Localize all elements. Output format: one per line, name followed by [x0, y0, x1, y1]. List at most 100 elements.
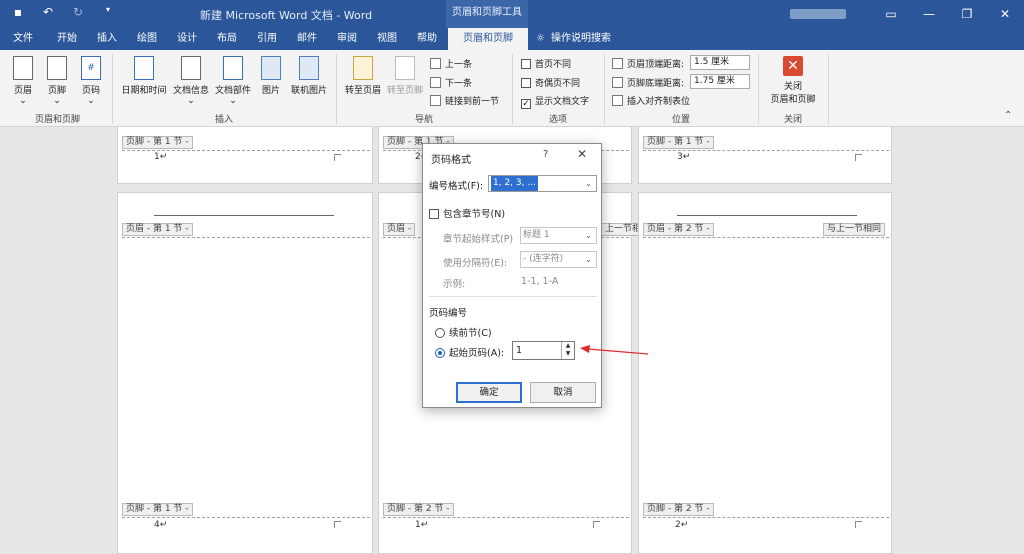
group-label-options: 选项 — [548, 115, 567, 125]
chevron-down-icon: ⌄ — [585, 255, 592, 264]
group-label-close: 关闭 — [783, 115, 802, 125]
dropdown-icon: ⌄ — [187, 96, 195, 106]
checkbox-icon — [521, 78, 531, 88]
margin-corner — [334, 154, 341, 161]
pictures-button[interactable]: 图片 — [256, 56, 286, 96]
tell-me-search[interactable]: ☼ 操作说明搜索 — [536, 28, 611, 50]
insert-alignment-tab-button[interactable]: 插入对齐制表位 — [612, 94, 690, 107]
group-label-insert: 插入 — [214, 115, 233, 125]
minimize-icon[interactable]: — — [910, 0, 948, 28]
page-number-format-dialog: 页码格式 ? ✕ 编号格式(F): 1, 2, 3, ... ⌄ 包含章节号(N… — [422, 143, 602, 408]
header-top-distance-label: 页眉顶端距离: — [612, 57, 684, 70]
close-icon: ✕ — [783, 56, 803, 76]
different-odd-even-checkbox[interactable]: 奇偶页不同 — [521, 76, 580, 89]
header-tag: 页眉 - 第 1 节 - — [122, 223, 193, 236]
group-label-header-footer: 页眉和页脚 — [34, 115, 80, 125]
quick-parts-button[interactable]: 文档部件 ⌄ — [212, 56, 254, 106]
separator — [512, 54, 513, 124]
window-controls: ▭ — ❐ ✕ — [872, 0, 1024, 28]
same-as-previous-tag: 与上一节相同 — [823, 223, 886, 236]
separator — [112, 54, 113, 124]
checkbox-icon — [521, 59, 531, 69]
separator — [336, 54, 337, 124]
number-format-value: 1, 2, 3, ... — [491, 176, 538, 191]
goto-header-button[interactable]: 转至页眉 — [342, 56, 384, 96]
goto-footer-button[interactable]: 转至页脚 — [384, 56, 426, 96]
header-divider — [122, 237, 370, 238]
tab-home[interactable]: 开始 — [48, 28, 86, 50]
page-1-bottom: 页脚 - 第 1 节 - 1↵ — [117, 127, 373, 184]
redo-icon[interactable]: ↻ — [70, 5, 86, 19]
close-icon[interactable]: ✕ — [577, 147, 587, 161]
radio-icon — [435, 328, 445, 338]
page-number: 1↵ — [415, 520, 429, 530]
previous-button[interactable]: 上一条 — [430, 57, 472, 70]
header-button[interactable]: 页眉 ⌄ — [8, 56, 38, 106]
close-window-icon[interactable]: ✕ — [986, 0, 1024, 28]
ok-button[interactable]: 确定 — [456, 382, 522, 403]
footer-divider — [383, 517, 629, 518]
tab-references[interactable]: 引用 — [248, 28, 286, 50]
header-rule — [677, 215, 857, 216]
tab-help[interactable]: 帮助 — [408, 28, 446, 50]
ribbon-display-icon[interactable]: ▭ — [872, 0, 910, 28]
quick-parts-icon — [223, 56, 243, 80]
tab-review[interactable]: 审阅 — [328, 28, 366, 50]
show-document-text-checkbox[interactable]: ✓ 显示文档文字 — [521, 94, 589, 109]
dropdown-icon: ⌄ — [53, 96, 61, 106]
include-chapter-checkbox[interactable]: 包含章节号(N) — [429, 206, 505, 220]
tab-insert[interactable]: 插入 — [88, 28, 126, 50]
footer-bottom-distance-input[interactable]: 1.75 厘米 — [690, 74, 750, 89]
page-number: 3↵ — [677, 152, 691, 162]
footer-divider — [122, 517, 370, 518]
cancel-button[interactable]: 取消 — [530, 382, 596, 403]
header-tag: 页眉 - 第 2 节 - — [643, 223, 714, 236]
spinner-icon[interactable]: ▲ ▼ — [561, 342, 574, 359]
help-icon[interactable]: ? — [543, 149, 548, 160]
footer-tag: 页脚 - 第 1 节 - — [122, 136, 193, 149]
checkbox-icon — [429, 209, 439, 219]
page-number: 4↵ — [154, 520, 168, 530]
header-top-distance-input[interactable]: 1.5 厘米 — [690, 55, 750, 70]
number-format-label: 编号格式(F): — [429, 181, 484, 192]
close-header-footer-button[interactable]: ✕ 关闭 页眉和页脚 — [764, 56, 822, 105]
tab-header-footer[interactable]: 页眉和页脚 — [448, 28, 528, 50]
dialog-title: 页码格式 — [431, 155, 471, 166]
chapter-start-style-label: 章节起始样式(P) — [443, 234, 514, 245]
tab-draw[interactable]: 绘图 — [128, 28, 166, 50]
ribbon-tabs: 文件 开始 插入 绘图 设计 布局 引用 邮件 审阅 视图 帮助 页眉和页脚 ☼… — [0, 28, 1024, 50]
page-number-button[interactable]: # 页码 ⌄ — [76, 56, 106, 106]
collapse-ribbon-icon[interactable]: ⌃ — [1004, 110, 1012, 121]
start-at-radio[interactable]: 起始页码(A): — [435, 345, 504, 359]
dropdown-icon: ⌄ — [229, 96, 237, 106]
restore-icon[interactable]: ❐ — [948, 0, 986, 28]
undo-icon[interactable]: ↶ — [40, 5, 56, 19]
radio-selected-icon — [435, 348, 445, 358]
page-3-bottom: 页脚 - 第 1 节 - 3↵ — [638, 127, 892, 184]
alignment-tab-icon — [612, 95, 623, 106]
save-icon[interactable]: ▪ — [10, 5, 26, 19]
page-numbering-label: 页码编号 — [429, 308, 468, 319]
link-to-previous-button[interactable]: 链接到前一节 — [430, 94, 499, 107]
tab-design[interactable]: 设计 — [168, 28, 206, 50]
footer-divider — [122, 150, 370, 151]
footer-button[interactable]: 页脚 ⌄ — [42, 56, 72, 106]
tab-view[interactable]: 视图 — [368, 28, 406, 50]
tab-file[interactable]: 文件 — [4, 28, 42, 50]
goto-header-icon — [353, 56, 373, 80]
separator — [828, 54, 829, 124]
separator-select[interactable]: - (连字符) ⌄ — [520, 251, 597, 268]
date-time-button[interactable]: 日期和时间 — [118, 56, 170, 96]
number-format-select[interactable]: 1, 2, 3, ... ⌄ — [488, 175, 597, 192]
tab-mailings[interactable]: 邮件 — [288, 28, 326, 50]
customize-qat-icon[interactable]: ▾ — [100, 5, 116, 19]
header-rule — [154, 215, 334, 216]
document-info-button[interactable]: 文档信息 ⌄ — [170, 56, 212, 106]
start-at-input[interactable]: 1 ▲ ▼ — [512, 341, 575, 360]
chapter-start-style-select[interactable]: 标题 1 ⌄ — [520, 227, 597, 244]
next-button[interactable]: 下一条 — [430, 76, 472, 89]
tab-layout[interactable]: 布局 — [208, 28, 246, 50]
different-first-page-checkbox[interactable]: 首页不同 — [521, 57, 571, 70]
continue-from-previous-radio[interactable]: 续前节(C) — [435, 325, 492, 339]
online-pictures-button[interactable]: 联机图片 — [288, 56, 330, 96]
